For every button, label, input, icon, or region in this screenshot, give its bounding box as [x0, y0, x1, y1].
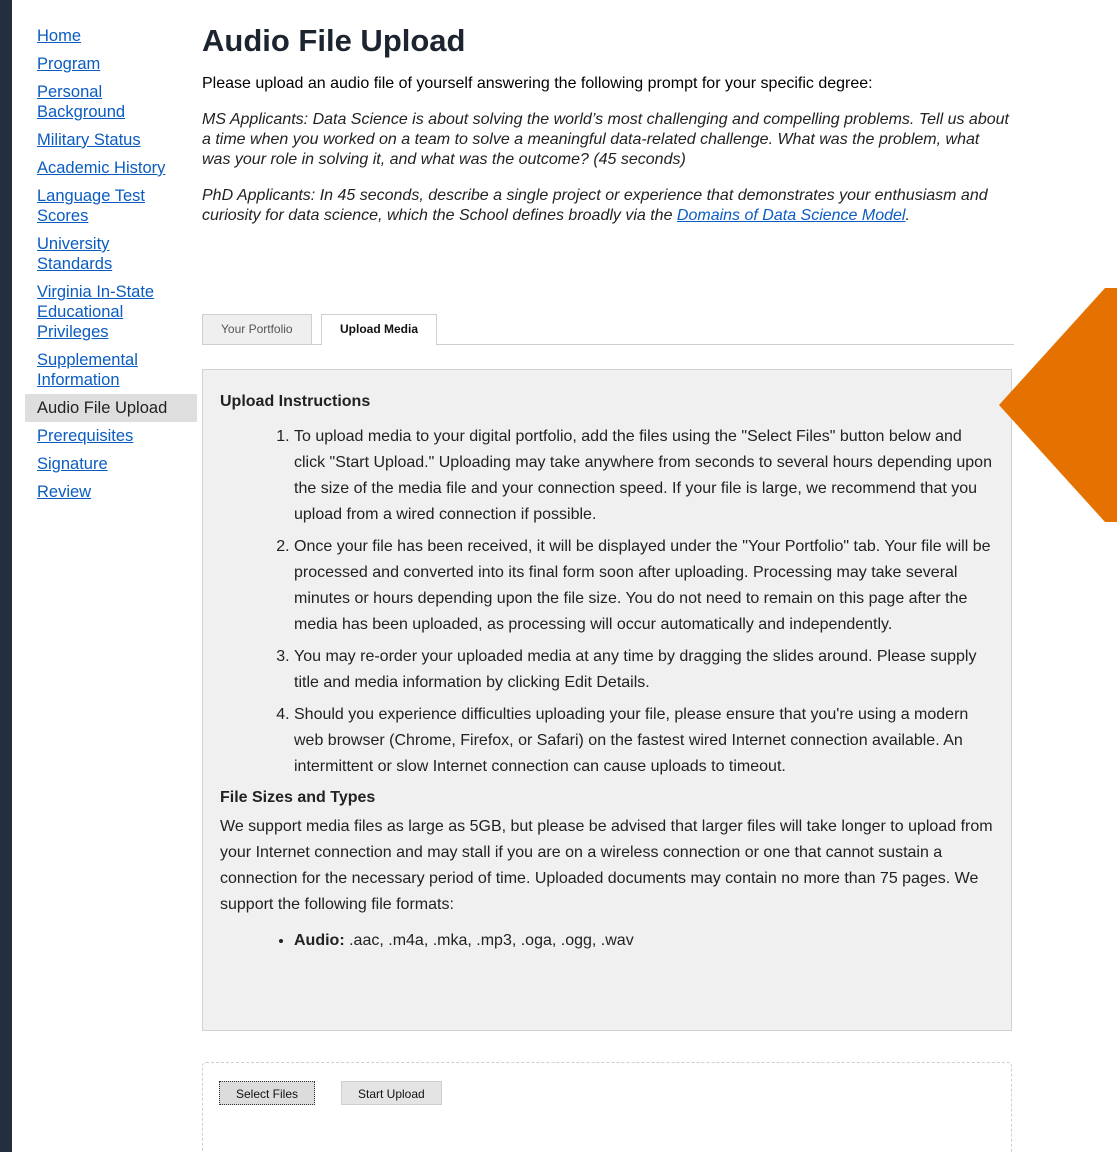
file-formats-list: Audio: .aac, .m4a, .mka, .mp3, .oga, .og…: [220, 928, 994, 954]
sidebar-item-audio-file-upload[interactable]: Audio File Upload: [25, 394, 197, 422]
phd-prompt: PhD Applicants: In 45 seconds, describe …: [202, 186, 1012, 226]
sidebar-item-language-test-scores[interactable]: Language Test Scores: [37, 186, 187, 226]
instruction-step: To upload media to your digital portfoli…: [294, 424, 994, 528]
instructions-list: To upload media to your digital portfoli…: [220, 424, 994, 780]
page: Home Program Personal Background Militar…: [12, 0, 1117, 1152]
page-title: Audio File Upload: [202, 23, 466, 58]
upload-instructions-panel: Upload Instructions To upload media to y…: [202, 369, 1012, 1031]
tab-your-portfolio[interactable]: Your Portfolio: [202, 314, 312, 344]
orange-diamond-decoration: [999, 288, 1117, 522]
instruction-step: You may re-order your uploaded media at …: [294, 644, 994, 696]
phd-prompt-end: .: [905, 207, 910, 224]
intro-text: Please upload an audio file of yourself …: [202, 75, 873, 92]
file-format-item: Audio: .aac, .m4a, .mka, .mp3, .oga, .og…: [294, 928, 994, 954]
ms-prompt: MS Applicants: Data Science is about sol…: [202, 111, 1009, 168]
sidebar-nav: Home Program Personal Background Militar…: [25, 26, 197, 510]
media-tabs: Your Portfolio Upload Media: [202, 314, 1014, 345]
sidebar-item-prerequisites[interactable]: Prerequisites: [37, 426, 187, 446]
instruction-step: Once your file has been received, it wil…: [294, 534, 994, 638]
format-value: .aac, .m4a, .mka, .mp3, .oga, .ogg, .wav: [349, 932, 634, 949]
main-content: Audio File Upload Please upload an audio…: [202, 22, 1014, 1152]
sidebar-item-personal-background[interactable]: Personal Background: [37, 82, 187, 122]
sidebar-item-military-status[interactable]: Military Status: [37, 130, 187, 150]
instruction-step: Should you experience difficulties uploa…: [294, 702, 994, 780]
select-files-button[interactable]: Select Files: [219, 1081, 316, 1105]
sidebar-item-academic-history[interactable]: Academic History: [37, 158, 187, 178]
upload-dropzone[interactable]: Select Files Start Upload: [202, 1062, 1012, 1152]
sidebar-item-home[interactable]: Home: [37, 26, 187, 46]
sidebar-item-university-standards[interactable]: University Standards: [37, 234, 187, 274]
sidebar-item-virginia-in-state[interactable]: Virginia In-State Educational Privileges: [37, 282, 187, 342]
tab-upload-media[interactable]: Upload Media: [321, 314, 438, 345]
sidebar-item-signature[interactable]: Signature: [37, 454, 187, 474]
sidebar-item-program[interactable]: Program: [37, 54, 187, 74]
file-sizes-text: We support media files as large as 5GB, …: [220, 818, 993, 913]
file-sizes-heading: File Sizes and Types: [220, 789, 376, 806]
sidebar-item-review[interactable]: Review: [37, 482, 187, 502]
sidebar-item-supplemental-information[interactable]: Supplemental Information: [37, 350, 187, 390]
start-upload-button[interactable]: Start Upload: [341, 1081, 442, 1105]
format-label: Audio:: [294, 932, 345, 949]
upload-instructions-heading: Upload Instructions: [220, 393, 371, 410]
domains-of-data-science-link[interactable]: Domains of Data Science Model: [677, 207, 906, 224]
